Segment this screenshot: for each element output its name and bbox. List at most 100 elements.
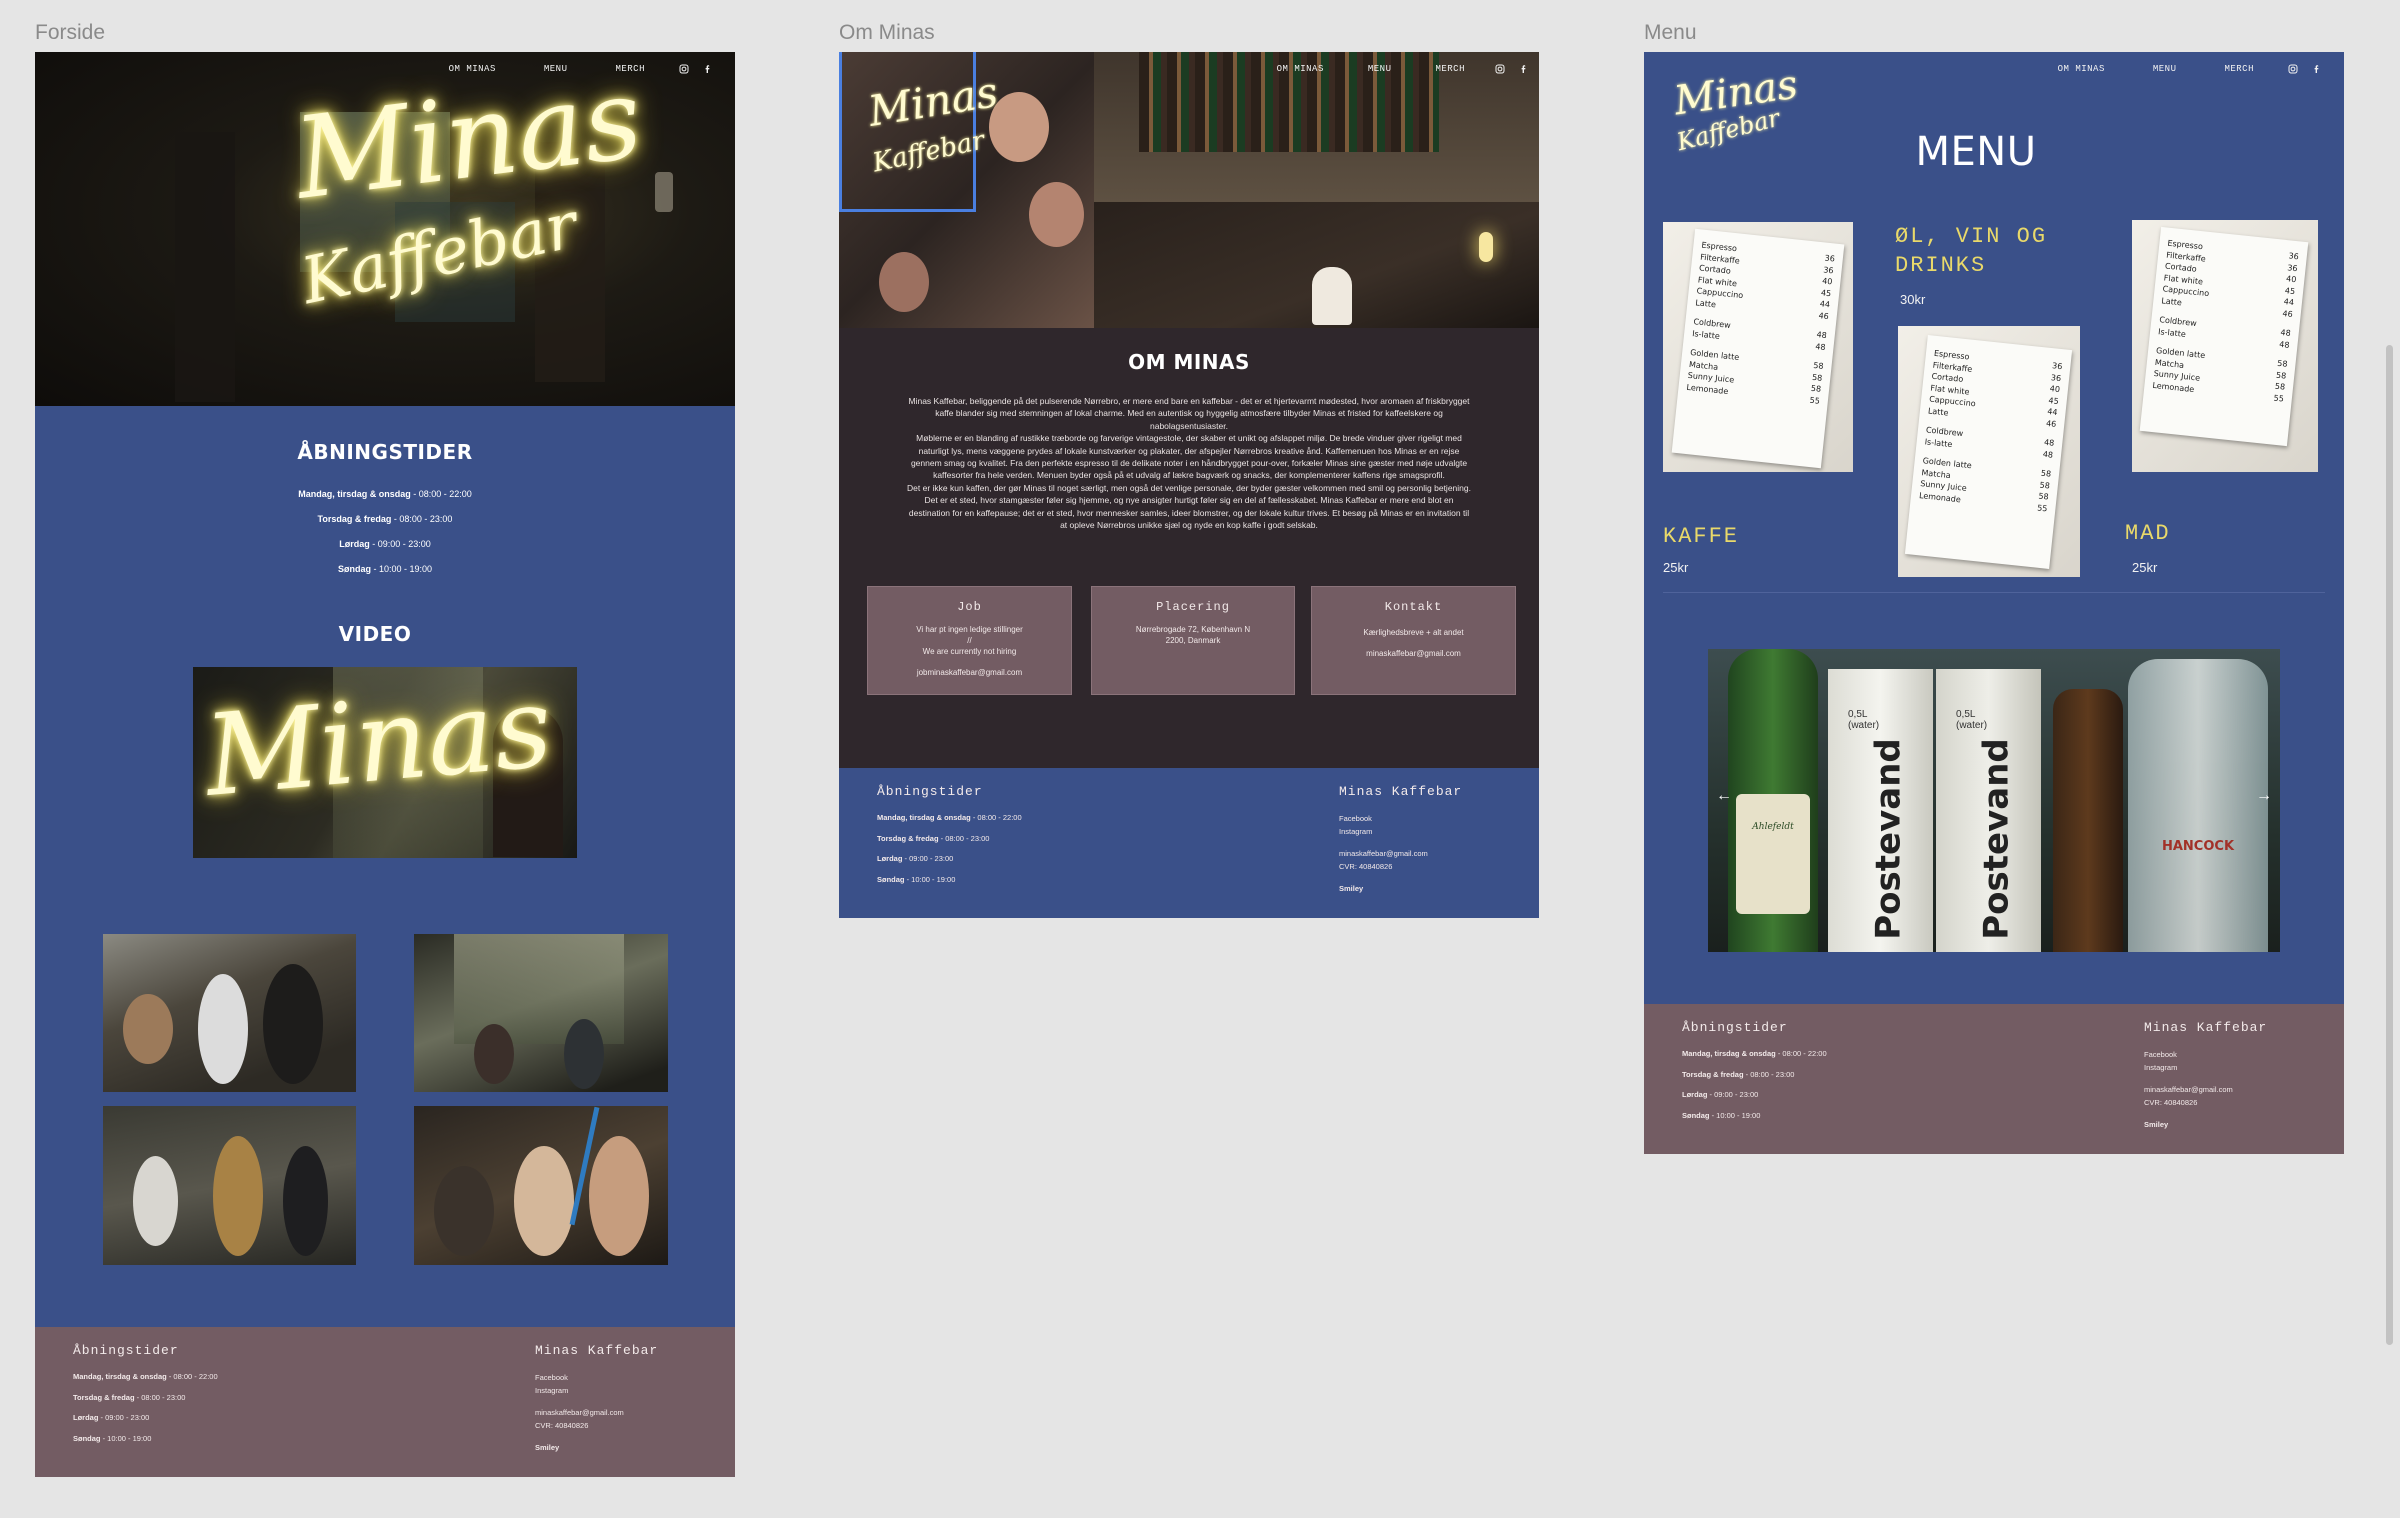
footer-smiley[interactable]: Smiley xyxy=(535,1443,559,1452)
footer-hours: Mandag, tirsdag & onsdag - 08:00 - 22:00… xyxy=(877,813,1022,884)
carton-label-2: Postevand xyxy=(1976,738,2017,940)
hero-image: Minas Kaffebar xyxy=(35,52,735,406)
top-nav-menu: OM MINAS MENU MERCH xyxy=(2058,52,2344,86)
nav-menu[interactable]: MENU xyxy=(2153,64,2177,74)
top-nav-forside: OM MINAS MENU MERCH xyxy=(449,52,735,86)
hours-row: Lørdag - 09:00 - 23:00 xyxy=(339,539,431,549)
footer-cvr: CVR: 40840826 xyxy=(2144,1098,2198,1107)
design-canvas: Forside Minas Kaffebar OM MINAS MENU MER… xyxy=(0,0,2400,1518)
card-kontakt[interactable]: Kontakt Kærlighedsbreve + alt andet mina… xyxy=(1311,586,1516,695)
frame-label-forside[interactable]: Forside xyxy=(35,21,105,45)
footer-link-instagram[interactable]: Instagram xyxy=(1339,825,1428,838)
gallery-photo-4[interactable] xyxy=(414,1106,668,1265)
footer-brand-title: Minas Kaffebar xyxy=(1339,784,1463,799)
clear-bottles: HANCOCK xyxy=(2128,659,2268,952)
nav-om-minas[interactable]: OM MINAS xyxy=(1277,64,1324,74)
footer-contact: Facebook Instagram minaskaffebar@gmail.c… xyxy=(2144,1048,2233,1131)
drinks-title: ØL, VIN OG DRINKS xyxy=(1895,224,2048,278)
footer-cvr: CVR: 40840826 xyxy=(1339,862,1393,871)
footer-brand-title: Minas Kaffebar xyxy=(535,1343,659,1358)
water-carton-1: 0,5L (water) Postevand xyxy=(1828,669,1933,952)
footer-hours-title: Åbningstider xyxy=(1682,1020,1788,1035)
footer-hours-title: Åbningstider xyxy=(73,1343,179,1358)
card-job[interactable]: Job Vi har pt ingen ledige stillinger //… xyxy=(867,586,1072,695)
footer-link-facebook[interactable]: Facebook xyxy=(535,1371,624,1384)
footer-link-facebook[interactable]: Facebook xyxy=(1339,812,1428,825)
footer-smiley[interactable]: Smiley xyxy=(2144,1120,2168,1129)
video-title: VIDEO xyxy=(338,622,412,646)
drinks-menu-photo[interactable]: Espresso 36 Filterkaffe 36 Cortado 40 Flat … xyxy=(1898,326,2080,577)
footer-hours: Mandag, tirsdag & onsdag - 08:00 - 22:00… xyxy=(73,1372,218,1443)
footer-menu: Åbningstider Mandag, tirsdag & onsdag - … xyxy=(1644,1004,2344,1154)
carousel-next-arrow-icon[interactable]: → xyxy=(2256,787,2272,805)
footer-forside: Åbningstider Mandag, tirsdag & onsdag - … xyxy=(35,1327,735,1477)
drinks-price: 30kr xyxy=(1900,292,1926,307)
menu-board-paper: Espresso 36 Filterkaffe 36 Cortado 40 Flat … xyxy=(1671,228,1845,469)
gallery-photo-1[interactable] xyxy=(103,934,356,1092)
job-email[interactable]: jobminaskaffebar@gmail.com xyxy=(868,667,1071,678)
footer-email[interactable]: minaskaffebar@gmail.com xyxy=(535,1406,624,1419)
nav-merch[interactable]: MERCH xyxy=(615,64,645,74)
coffee-title: KAFFE xyxy=(1663,524,1740,549)
top-nav-om-minas: OM MINAS MENU MERCH xyxy=(1277,52,1539,86)
frame-forside[interactable]: Minas Kaffebar OM MINAS MENU MERCH ÅBNIN… xyxy=(35,52,735,1477)
footer-om-minas: Åbningstider Mandag, tirsdag & onsdag - … xyxy=(839,768,1539,918)
facebook-icon[interactable] xyxy=(1519,64,1529,74)
frame-menu[interactable]: Minas Kaffebar OM MINAS MENU MERCH MENU … xyxy=(1644,52,2344,1154)
about-text: Minas Kaffebar, beliggende på det pulser… xyxy=(907,396,1471,531)
gallery-photo-3[interactable] xyxy=(103,1106,356,1265)
hand-sculpture xyxy=(1312,267,1352,325)
bottle-brand-2: HANCOCK xyxy=(2161,839,2235,854)
water-carton-2: 0,5L (water) Postevand xyxy=(1936,669,2041,952)
footer-brand-title: Minas Kaffebar xyxy=(2144,1020,2268,1035)
footer-hours-title: Åbningstider xyxy=(877,784,983,799)
bottles-carousel[interactable]: Ahlefeldt 0,5L (water) Postevand 0,5L (wat… xyxy=(1708,649,2280,952)
nav-menu[interactable]: MENU xyxy=(1368,64,1392,74)
frame-label-om-minas[interactable]: Om Minas xyxy=(839,21,935,45)
card-placering[interactable]: Placering Nørrebrogade 72, København N 2… xyxy=(1091,586,1295,695)
om-minas-title: OM MINAS xyxy=(1128,350,1250,374)
divider xyxy=(1663,592,2325,593)
carousel-prev-arrow-icon[interactable]: ← xyxy=(1716,787,1732,805)
nav-om-minas[interactable]: OM MINAS xyxy=(2058,64,2105,74)
food-menu-photo[interactable]: Espresso 36 Filterkaffe 36 Cortado 40 Flat … xyxy=(2132,220,2318,472)
frame-label-menu[interactable]: Menu xyxy=(1644,21,1697,45)
footer-link-facebook[interactable]: Facebook xyxy=(2144,1048,2233,1061)
hours-row: Søndag - 10:00 - 19:00 xyxy=(337,564,433,574)
hours-row: Torsdag & fredag - 08:00 - 23:00 xyxy=(317,514,453,524)
brown-bottle xyxy=(2053,689,2123,952)
nav-menu[interactable]: MENU xyxy=(544,64,568,74)
footer-smiley[interactable]: Smiley xyxy=(1339,884,1363,893)
menu-title: MENU xyxy=(1915,129,2037,175)
footer-link-instagram[interactable]: Instagram xyxy=(2144,1061,2233,1074)
nav-merch[interactable]: MERCH xyxy=(2224,64,2254,74)
hours-title: ÅBNINGSTIDER xyxy=(297,440,473,464)
nav-merch[interactable]: MERCH xyxy=(1435,64,1465,74)
instagram-icon[interactable] xyxy=(679,64,689,74)
canvas-scrollbar[interactable] xyxy=(2386,345,2393,1345)
coffee-price: 25kr xyxy=(1663,560,1689,575)
facebook-icon[interactable] xyxy=(703,64,713,74)
footer-link-instagram[interactable]: Instagram xyxy=(535,1384,624,1397)
nav-om-minas[interactable]: OM MINAS xyxy=(449,64,496,74)
instagram-icon[interactable] xyxy=(1495,64,1505,74)
selected-logo-box[interactable]: Minas Kaffebar xyxy=(839,52,1001,212)
footer-email[interactable]: minaskaffebar@gmail.com xyxy=(1339,847,1428,860)
food-title: MAD xyxy=(2125,521,2171,546)
footer-contact: Facebook Instagram minaskaffebar@gmail.c… xyxy=(535,1371,624,1454)
footer-contact: Facebook Instagram minaskaffebar@gmail.c… xyxy=(1339,812,1428,895)
frame-om-minas[interactable]: Minas Kaffebar OM MINAS MENU MERCH OM MI… xyxy=(839,52,1539,918)
footer-email[interactable]: minaskaffebar@gmail.com xyxy=(2144,1083,2233,1096)
bottle-brand-1: Ahlefeldt xyxy=(1736,794,1810,914)
contact-email[interactable]: minaskaffebar@gmail.com xyxy=(1312,648,1515,659)
food-price: 25kr xyxy=(2132,560,2158,575)
hours-row: Mandag, tirsdag & onsdag - 08:00 - 22:00 xyxy=(298,489,472,499)
facebook-icon[interactable] xyxy=(2312,64,2322,74)
coffee-menu-photo[interactable]: Espresso 36 Filterkaffe 36 Cortado 40 Flat … xyxy=(1663,222,1853,472)
gallery-photo-2[interactable] xyxy=(414,934,668,1092)
video-player[interactable]: Minas xyxy=(193,667,577,858)
footer-hours: Mandag, tirsdag & onsdag - 08:00 - 22:00… xyxy=(1682,1049,1827,1120)
green-bottle: Ahlefeldt xyxy=(1728,649,1818,952)
carton-label-1: Postevand xyxy=(1868,738,1909,940)
instagram-icon[interactable] xyxy=(2288,64,2298,74)
